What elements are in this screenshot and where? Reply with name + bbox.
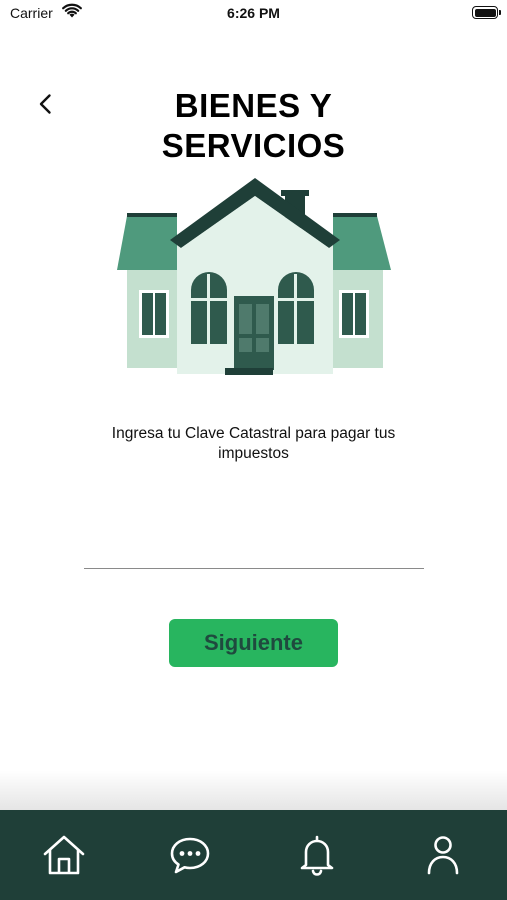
bottom-nav: [0, 810, 507, 900]
chat-bubble-icon: [170, 837, 210, 874]
user-icon: [427, 836, 459, 875]
clock-time: 6:26 PM: [227, 5, 280, 21]
instruction-text: Ingresa tu Clave Catastral para pagar tu…: [111, 425, 396, 462]
nav-chat-button[interactable]: [165, 830, 215, 880]
back-button[interactable]: [34, 92, 58, 116]
nav-shadow: [0, 770, 507, 810]
nav-profile-button[interactable]: [418, 830, 468, 880]
home-icon: [43, 835, 85, 875]
page-title: BIENES Y SERVICIOS: [161, 87, 346, 164]
clave-catastral-input[interactable]: [84, 536, 424, 569]
battery-icon: [472, 6, 501, 19]
nav-notifications-button[interactable]: [292, 830, 342, 880]
nav-home-button[interactable]: [39, 830, 89, 880]
chevron-left-icon: [39, 94, 51, 114]
house-illustration: [117, 178, 391, 375]
next-button[interactable]: Siguiente: [169, 619, 338, 667]
bell-icon: [300, 835, 334, 876]
status-bar: Carrier 6:26 PM: [0, 0, 507, 28]
